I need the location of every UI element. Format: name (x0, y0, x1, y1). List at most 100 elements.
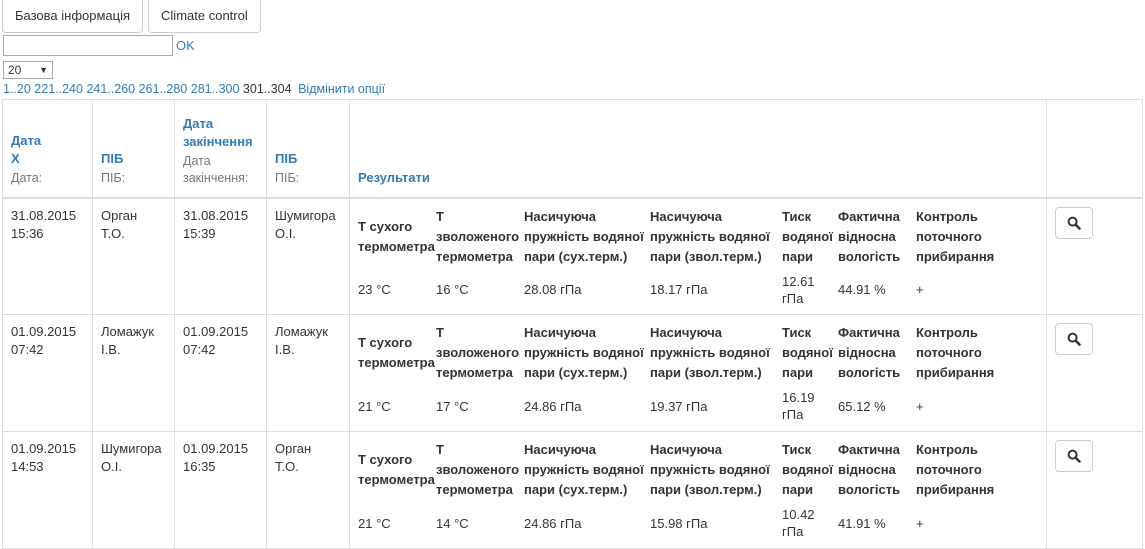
result-value: 24.86 гПа (524, 398, 582, 414)
result-header-line: вологість (838, 482, 901, 497)
header-date-title-2[interactable]: X (11, 150, 84, 168)
result-header: Контроль поточного прибирання (916, 207, 1006, 273)
result-header-line: прибирання (916, 365, 995, 380)
chevron-down-icon: ▼ (39, 65, 48, 75)
result-value: 15.98 гПа (650, 515, 708, 531)
cell-name-line: Шумигора (101, 441, 162, 456)
cell-end-date-line: 07:42 (183, 342, 216, 357)
result-value: 10.42 гПа (782, 507, 815, 539)
result-header-line: вологість (838, 248, 901, 264)
ok-link[interactable]: OK (176, 38, 195, 53)
page-size-select[interactable]: 20 ▼ (3, 61, 53, 79)
result-header: Насичуюча пружність водяної пари (звол.тер… (650, 440, 782, 506)
result-header: Насичуюча пружність водяної пари (сух.терм… (524, 323, 650, 389)
result-header-line: пружність водяної (650, 345, 770, 360)
result-header-line: термометра (358, 472, 435, 487)
cell-end-name-line: Шумигора (275, 207, 336, 223)
result-header-line: Насичуюча (650, 442, 723, 457)
result-header-line: Фактична (838, 208, 900, 224)
header-date: Дата X Дата: (2, 99, 93, 199)
result-header: Тиск водяної пари (782, 323, 838, 389)
pager-link-4[interactable]: 261..280 (139, 82, 188, 96)
result-header: Контроль поточного прибирання (916, 323, 1006, 389)
result-header-line: прибирання (916, 248, 995, 264)
cell-end-date-line: 31.08.2015 (183, 207, 249, 223)
result-header-line: термометра (436, 248, 513, 264)
view-details-button[interactable] (1055, 323, 1093, 355)
cell-actions (1046, 431, 1143, 549)
header-end-name-title[interactable]: ПІБ (275, 150, 341, 168)
cell-date: 31.08.2015 15:36 (2, 197, 93, 315)
pager-current: 301..304 (242, 82, 292, 96)
search-row: OK (3, 35, 195, 56)
view-details-button[interactable] (1055, 440, 1093, 472)
result-header: Фактична відносна вологість (838, 440, 916, 506)
search-input[interactable] (3, 35, 173, 56)
tab-climate-control[interactable]: Climate control (148, 0, 261, 33)
pager: 1..20 221..240 241..260 261..280 281..30… (3, 82, 385, 96)
result-header-line: Т сухого (358, 335, 413, 350)
result-header: Насичуюча пружність водяної пари (звол.тер… (650, 207, 782, 273)
result-header-line: Фактична (838, 442, 900, 457)
cell-results: Т сухого термометра Тзволоженого термометра… (349, 197, 1047, 315)
result-header-line: пари (сух.терм.) (524, 365, 628, 380)
cell-end-name: Шумигора О.І. (266, 197, 350, 315)
result-header-line: вологість (838, 365, 901, 380)
header-actions (1046, 99, 1143, 199)
result-value: + (916, 515, 924, 531)
header-results-title[interactable]: Результати (358, 169, 1038, 187)
result-header-line: термометра (436, 482, 513, 497)
result-header-line: відносна (838, 228, 896, 244)
header-end-date: Дата закінчення Дата закінчення: (174, 99, 267, 199)
header-end-date-filter-1: Дата (183, 153, 211, 168)
result-value: 19.37 гПа (650, 398, 708, 414)
tab-basic-info[interactable]: Базова інформація (2, 0, 144, 33)
result-header-line: водяної (782, 462, 833, 477)
results-table: Т сухого термометра Тзволоженого термометра… (358, 207, 1006, 307)
cell-name-line: Т.О. (101, 225, 125, 241)
result-header-line: зволоженого (436, 228, 520, 244)
cell-name: Ломажук І.В. (92, 314, 175, 432)
pager-link-1[interactable]: 1..20 (3, 82, 31, 96)
result-value: 17 °C (436, 398, 469, 414)
pager-link-2[interactable]: 221..240 (34, 82, 83, 96)
result-value: + (916, 398, 924, 414)
result-header: Тзволоженого термометра (436, 440, 524, 506)
cell-end-date: 01.09.2015 16:35 (174, 431, 267, 549)
result-header-line: пари (звол.терм.) (650, 365, 762, 380)
cell-date: 01.09.2015 07:42 (2, 314, 93, 432)
result-value: 44.91 % (838, 282, 886, 297)
result-header-line: пари (сух.терм.) (524, 482, 628, 497)
result-header: Т сухого термометра (358, 207, 436, 273)
cell-date-line: 01.09.2015 (11, 441, 77, 456)
cell-end-date-line: 01.09.2015 (183, 324, 249, 339)
header-end-name: ПІБ ПІБ: (266, 99, 350, 199)
table-row: 01.09.2015 14:53 Шумигора О.І. 01.09.2015 16:… (2, 431, 1143, 549)
result-header-line: Т сухого (358, 218, 413, 234)
header-end-date-title-1[interactable]: Дата (183, 115, 258, 133)
table-row: 31.08.2015 15:36 Орган Т.О. 31.08.2015 15:39 Ш… (2, 197, 1143, 315)
result-header-line: пружність водяної (524, 462, 644, 477)
result-header-line: Т сухого (358, 452, 413, 467)
header-date-title-1[interactable]: Дата (11, 132, 84, 150)
header-end-date-title-2[interactable]: закінчення (183, 133, 258, 151)
view-details-button[interactable] (1055, 206, 1093, 239)
cell-end-name-line: Орган (275, 441, 312, 456)
cell-end-name-line: Т.О. (275, 459, 299, 474)
result-header-line: Насичуюча (650, 325, 723, 340)
page-size-value: 20 (8, 63, 22, 77)
result-value: 23 °C (358, 282, 391, 297)
result-header-line: пари (звол.терм.) (650, 248, 762, 264)
result-value: 65.12 % (838, 398, 886, 414)
result-value: 24.86 гПа (524, 515, 582, 531)
result-header-line: зволоженого (436, 345, 520, 360)
result-header-line: пружність водяної (650, 462, 770, 477)
result-header-line: Тиск (782, 442, 812, 457)
header-name-title[interactable]: ПІБ (101, 150, 166, 168)
result-header-line: Тиск (782, 208, 812, 224)
cancel-options-link[interactable]: Відмінити опції (298, 82, 385, 96)
results-table: Т сухого термометра Тзволоженого термометра… (358, 440, 1006, 540)
pager-link-3[interactable]: 241..260 (86, 82, 135, 96)
pager-link-5[interactable]: 281..300 (191, 82, 240, 96)
cell-results: Т сухого термометра Тзволоженого термометра… (349, 431, 1047, 549)
